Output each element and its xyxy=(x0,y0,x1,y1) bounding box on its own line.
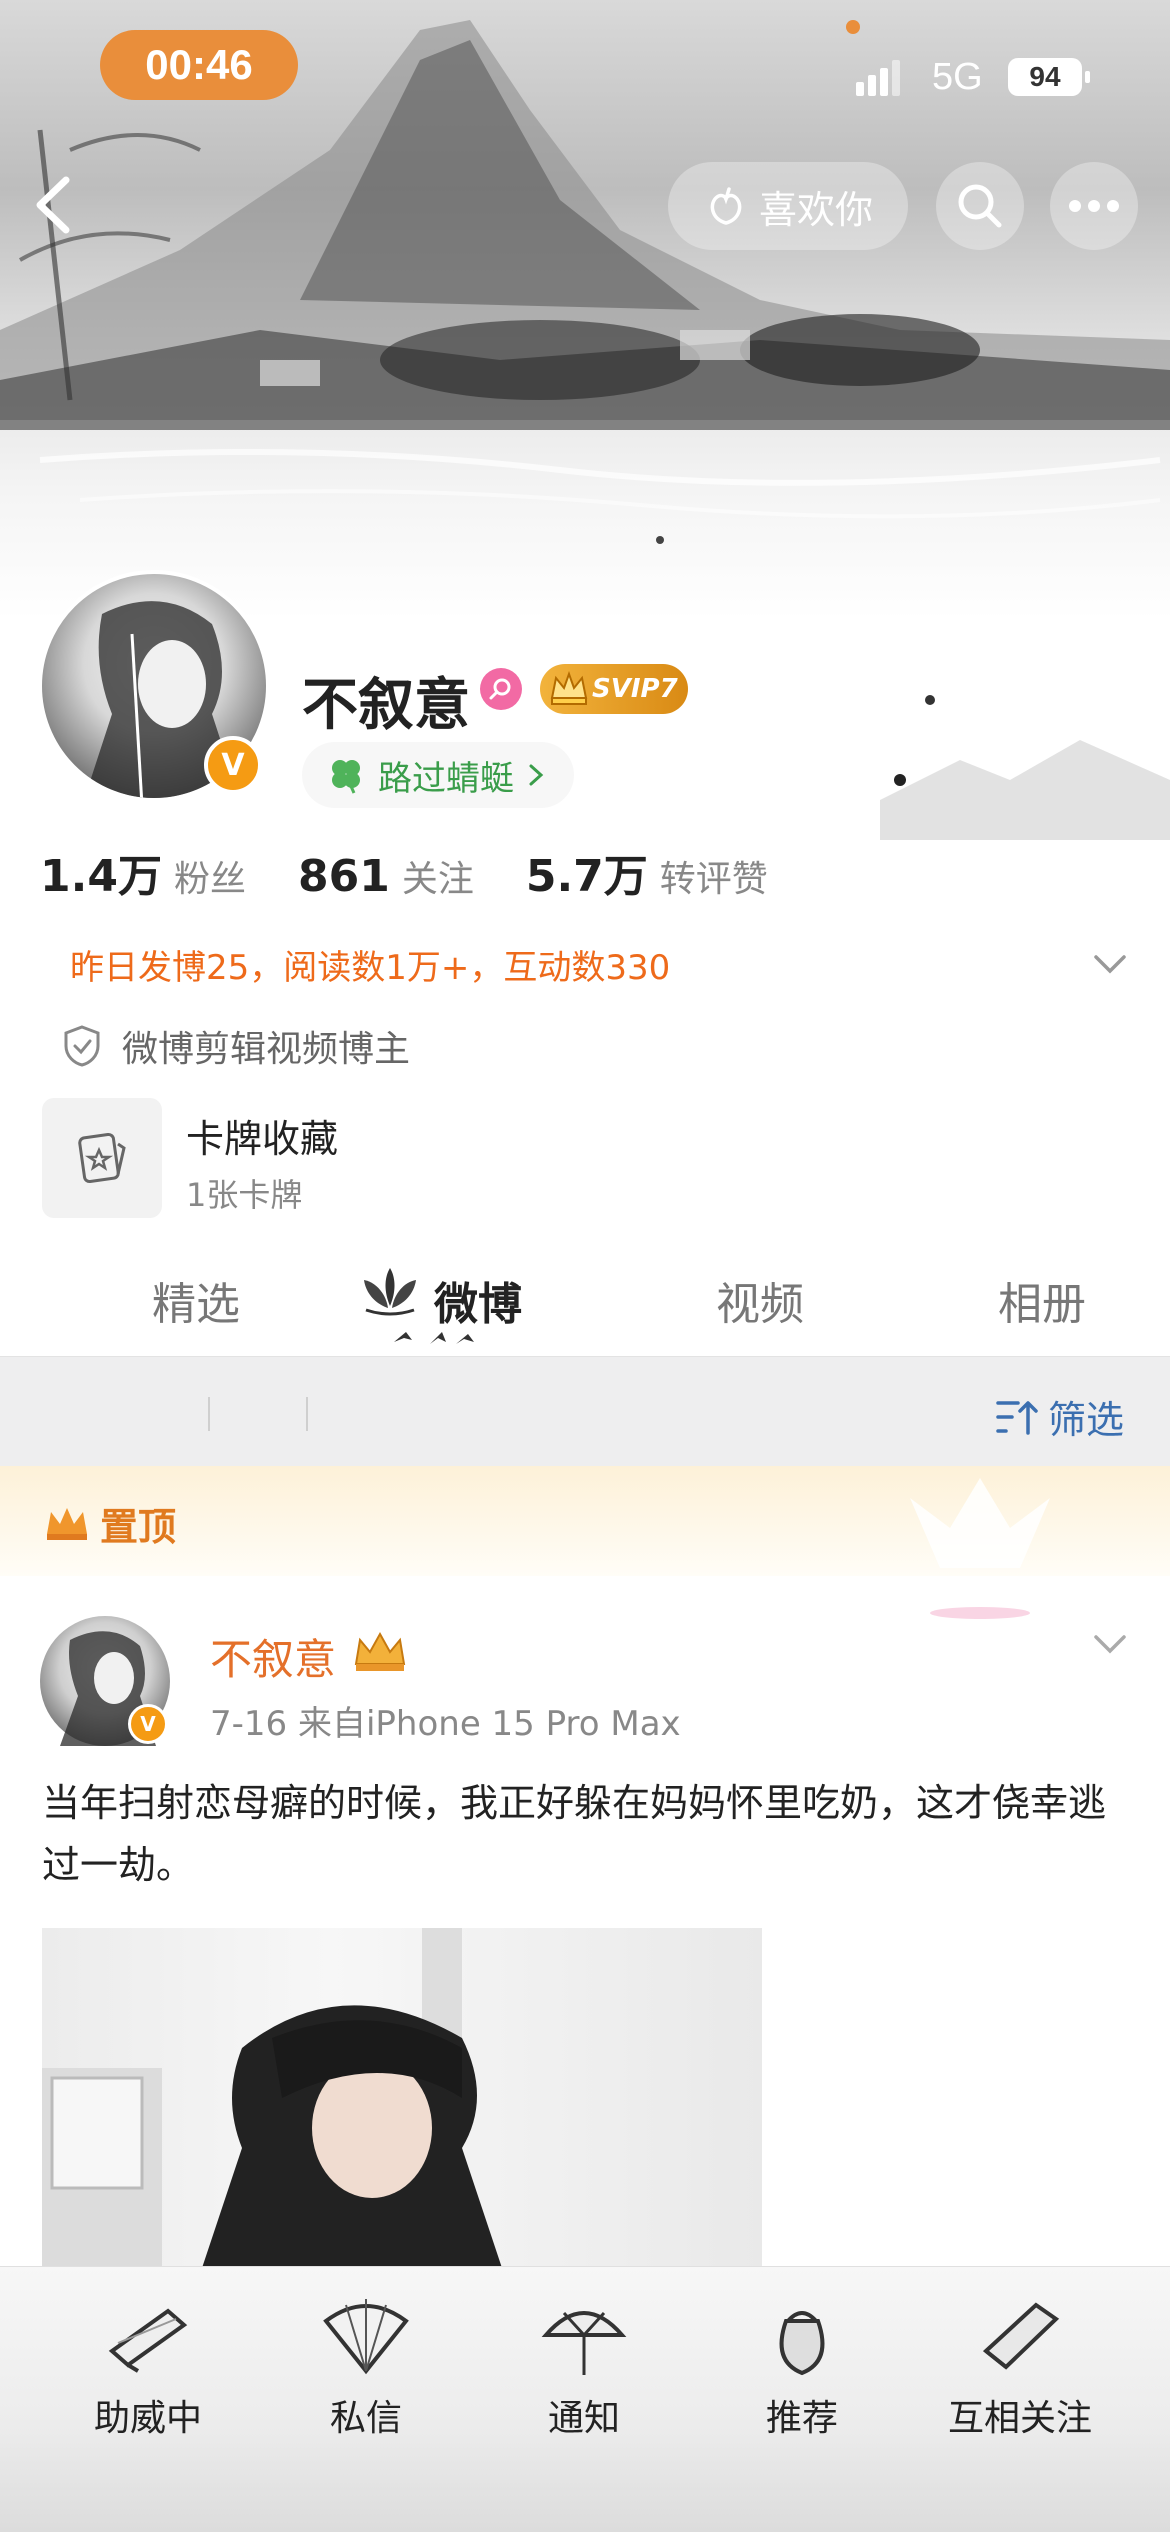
status-time: 00:46 xyxy=(100,30,298,100)
more-options-button[interactable] xyxy=(1050,162,1138,250)
cheer-label: 助威中 xyxy=(93,2398,202,2439)
daily-summary[interactable]: 昨日发博25，阅读数1万+，互动数330 xyxy=(70,940,670,989)
pinned-crown-icon xyxy=(47,1507,87,1540)
crown-watermark-icon xyxy=(910,1478,1050,1619)
filter-label: 筛选 xyxy=(1047,1398,1124,1442)
filter-button[interactable]: 筛选 xyxy=(996,1389,1124,1444)
verified-badge-icon: V xyxy=(128,1704,168,1744)
umbrella-icon xyxy=(541,2311,627,2375)
battery-indicator: 94 xyxy=(1008,58,1090,96)
stat-value: 1.4万 xyxy=(40,851,162,902)
peach-icon xyxy=(710,187,742,225)
search-pink-badge-icon[interactable] xyxy=(480,668,522,710)
creator-tag[interactable]: 微博剪辑视频博主 xyxy=(62,1020,410,1072)
profile-stats: 1.4万 粉丝 861 关注 5.7万 转评赞 xyxy=(40,840,820,904)
filter-sort-icon xyxy=(996,1400,1038,1435)
stat-label: 关注 xyxy=(401,859,474,900)
card-collection-icon-box[interactable] xyxy=(42,1098,162,1218)
shield-icon xyxy=(64,1025,100,1067)
notifications-label: 通知 xyxy=(547,2398,620,2439)
stat-value: 5.7万 xyxy=(525,851,648,902)
card-collection-count: 1张卡牌 xyxy=(186,1176,303,1214)
chevron-down-icon[interactable] xyxy=(1090,944,1130,984)
tab-videos[interactable]: 视频 xyxy=(716,1268,804,1332)
stat-value: 861 xyxy=(297,851,390,902)
bottom-action-bar: 助威中 私信 通知 推荐 互相关注 xyxy=(0,2266,1170,2532)
back-arrow-icon[interactable] xyxy=(22,170,92,240)
book-icon xyxy=(982,2302,1060,2370)
stat-followers[interactable]: 1.4万 粉丝 xyxy=(40,840,246,904)
filter-separator xyxy=(208,1397,210,1431)
tab-albums[interactable]: 相册 xyxy=(998,1268,1086,1332)
pinned-header: 置顶 xyxy=(0,1466,1170,1619)
chevron-right-icon xyxy=(529,764,544,786)
stat-label: 粉丝 xyxy=(173,859,246,900)
svip-label: SVIP7 xyxy=(592,674,678,704)
filter-separator xyxy=(306,1397,308,1431)
clover-icon xyxy=(332,760,360,794)
mutual-follow-label: 互相关注 xyxy=(947,2398,1092,2439)
verified-badge-icon: V xyxy=(204,736,262,794)
crown-icon xyxy=(550,671,588,705)
stat-following[interactable]: 861 关注 xyxy=(298,850,474,902)
card-collection-title[interactable]: 卡牌收藏 xyxy=(186,1108,338,1163)
scroll-icon xyxy=(108,2308,188,2373)
like-you-button[interactable]: 喜欢你 xyxy=(668,162,908,250)
pinned-label: 置顶 xyxy=(44,1496,176,1551)
svip-badge[interactable]: SVIP7 xyxy=(540,664,688,714)
tab-featured[interactable]: 精选 xyxy=(152,1268,240,1332)
passing-label: 路过蜻蜓 xyxy=(378,758,514,799)
card-icon xyxy=(78,1132,126,1184)
post-text: 当年扫射恋母癖的时候，我正好躲在妈妈怀里吃奶，这才侥幸逃过一劫。 xyxy=(42,1781,1107,1887)
messages-button[interactable]: 私信 xyxy=(276,2291,456,2441)
stat-label: 转评赞 xyxy=(659,859,768,900)
status-bar: 00:46 5G 94 xyxy=(0,0,1170,140)
mutual-follow-button[interactable]: 互相关注 xyxy=(930,2291,1110,2441)
stat-reposts-comments-likes[interactable]: 5.7万 转评赞 xyxy=(526,840,768,904)
folding-fan-icon xyxy=(323,2299,409,2375)
pinned-text: 置顶 xyxy=(100,1505,177,1549)
filter-bar: 筛选 xyxy=(0,1356,1170,1466)
signal-icon xyxy=(856,60,900,96)
messages-label: 私信 xyxy=(329,2398,402,2439)
tab-weibo[interactable]: 微博 xyxy=(434,1268,522,1332)
post-menu-chevron-icon[interactable] xyxy=(1090,1624,1130,1664)
post-photo-portrait xyxy=(42,1928,502,2268)
post-meta: 7-16 来自iPhone 15 Pro Max xyxy=(210,1704,681,1744)
post-author-avatar[interactable]: V xyxy=(40,1616,170,1746)
cheer-button[interactable]: 助威中 xyxy=(58,2291,238,2441)
profile-tabs: 精选 微博 视频 相册 xyxy=(0,1250,1170,1360)
swallows-indicator-icon xyxy=(394,1332,474,1344)
notifications-button[interactable]: 通知 xyxy=(494,2291,674,2441)
pouch-icon xyxy=(779,2311,825,2376)
more-dots-icon xyxy=(1069,200,1119,212)
privacy-indicator-dot xyxy=(846,20,860,34)
post-image[interactable] xyxy=(42,1928,762,2268)
recommend-label: 推荐 xyxy=(765,2398,838,2439)
search-icon xyxy=(958,184,1002,228)
recommend-button[interactable]: 推荐 xyxy=(712,2291,892,2441)
profile-username: 不叙意 xyxy=(302,673,470,738)
creator-tag-label: 微博剪辑视频博主 xyxy=(122,1029,411,1070)
lotus-icon xyxy=(364,1268,416,1316)
passing-dragonfly-button[interactable]: 路过蜻蜓 xyxy=(302,742,574,808)
profile-avatar[interactable]: V xyxy=(38,570,270,802)
post-author-name[interactable]: 不叙意 xyxy=(210,1626,336,1687)
search-button[interactable] xyxy=(936,162,1024,250)
like-you-label: 喜欢你 xyxy=(758,187,873,232)
member-crown-icon xyxy=(354,1631,406,1671)
network-type: 5G xyxy=(932,56,983,98)
